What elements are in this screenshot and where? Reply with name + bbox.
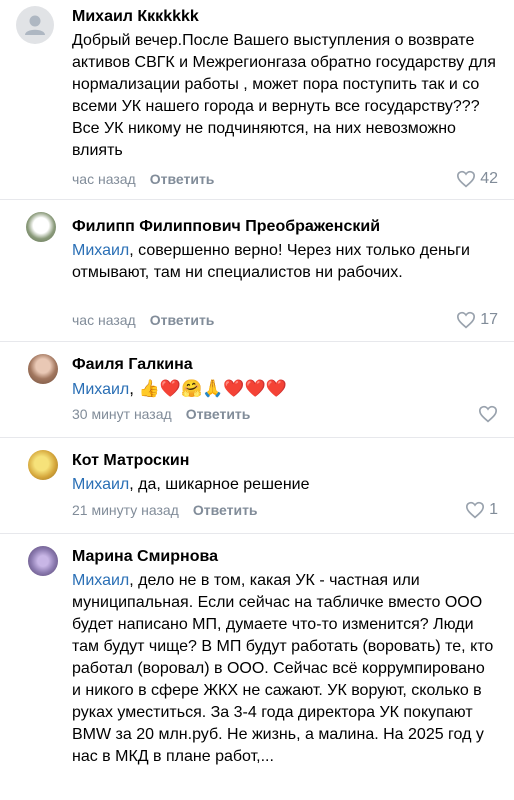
heart-outline-icon [466,501,485,519]
comment-meta: час назад Ответить [72,312,214,328]
reply-button[interactable]: Ответить [150,312,215,328]
comment-meta: 30 минут назад Ответить [72,406,250,422]
comment-text: Добрый вечер.После Вашего выступления о … [72,32,496,159]
comment-meta: 21 минуту назад Ответить [72,502,258,518]
comment-author[interactable]: Кот Матроскин [72,452,189,470]
like-button[interactable]: 17 [456,311,498,329]
comment-1: Михаил Кккkkkk Добрый вечер.После Вашего… [0,0,514,200]
comment-text: Михаил, совершенно верно! Через них толь… [72,242,470,281]
mention-link[interactable]: Михаил [72,476,129,493]
comment-time: час назад [72,171,136,187]
like-count: 1 [489,501,498,518]
heart-outline-icon [457,170,476,188]
avatar[interactable] [28,354,58,384]
like-button[interactable] [478,405,498,423]
comment-meta: час назад Ответить [72,171,214,187]
comment-time: 30 минут назад [72,406,172,422]
comment-author[interactable]: Михаил Кккkkkk [72,8,199,26]
like-count: 17 [480,311,498,328]
comment-3: Фаиля Галкина Михаил, 👍❤️🤗🙏❤️❤️❤️ 30 мин… [0,342,514,438]
heart-outline-icon [478,405,498,423]
comment-author[interactable]: Марина Смирнова [72,548,218,566]
avatar[interactable] [28,546,58,576]
like-count: 42 [480,170,498,187]
comment-author[interactable]: Филипп Филиппович Преображенский [72,218,380,236]
mention-link[interactable]: Михаил [72,242,129,259]
comment-text: Михаил, 👍❤️🤗🙏❤️❤️❤️ [72,379,287,398]
reply-button[interactable]: Ответить [150,171,215,187]
mention-link[interactable]: Михаил [72,572,129,589]
comment-4: Кот Матроскин Михаил, да, шикарное решен… [0,438,514,534]
comment-time: час назад [72,312,136,328]
reply-button[interactable]: Ответить [193,502,258,518]
avatar[interactable] [28,450,58,480]
comment-2: Филипп Филиппович Преображенский Михаил,… [0,200,514,342]
avatar-default-icon[interactable] [16,6,54,44]
heart-outline-icon [457,311,476,329]
avatar[interactable] [26,212,56,242]
like-button[interactable]: 1 [465,501,498,519]
comment-5: Марина Смирнова Михаил, дело не в том, к… [0,534,514,800]
like-button[interactable]: 42 [456,170,498,188]
comment-text: Михаил, дело не в том, какая УК - частна… [72,572,494,765]
comment-author[interactable]: Фаиля Галкина [72,356,193,374]
reply-button[interactable]: Ответить [186,406,251,422]
comment-time: 21 минуту назад [72,502,179,518]
mention-link[interactable]: Михаил [72,381,129,398]
comment-text: Михаил, да, шикарное решение [72,476,310,493]
